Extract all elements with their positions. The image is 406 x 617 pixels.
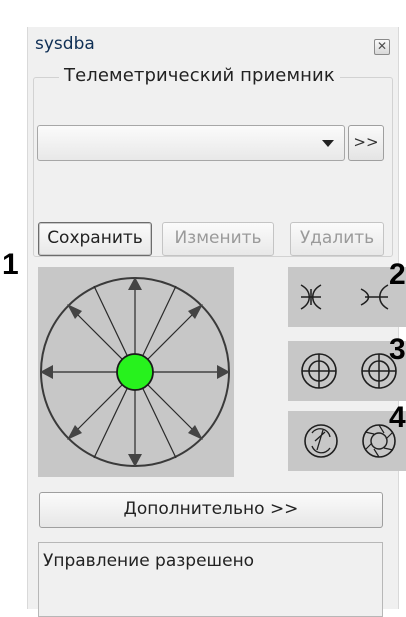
save-button[interactable]: Сохранить [38,222,152,256]
marker-4: 4 [389,401,406,434]
window-title: sysdba [35,34,95,54]
receiver-select[interactable] [37,125,345,161]
marker-1: 1 [2,248,19,281]
pan-tilt-joystick[interactable] [38,267,234,477]
control-panel: sysdba ✕ Телеметрический приемник >> Сох… [27,27,406,617]
close-icon: ✕ [376,39,388,53]
advanced-button[interactable]: Дополнительно >> [39,492,383,528]
receiver-more-button[interactable]: >> [348,125,384,161]
delete-button[interactable]: Удалить [290,222,384,256]
joystick-svg [40,277,230,467]
title-bar: sysdba ✕ [28,27,398,63]
chevron-down-icon [322,140,334,147]
joystick-center[interactable] [116,353,154,391]
marker-3: 3 [389,333,406,366]
close-button[interactable]: ✕ [374,39,390,55]
status-text: Управление разрешено [43,551,255,571]
status-box: Управление разрешено [38,542,383,617]
edit-button[interactable]: Изменить [162,222,274,256]
receiver-group-label: Телеметрический приемник [59,65,340,86]
marker-2: 2 [389,258,406,291]
